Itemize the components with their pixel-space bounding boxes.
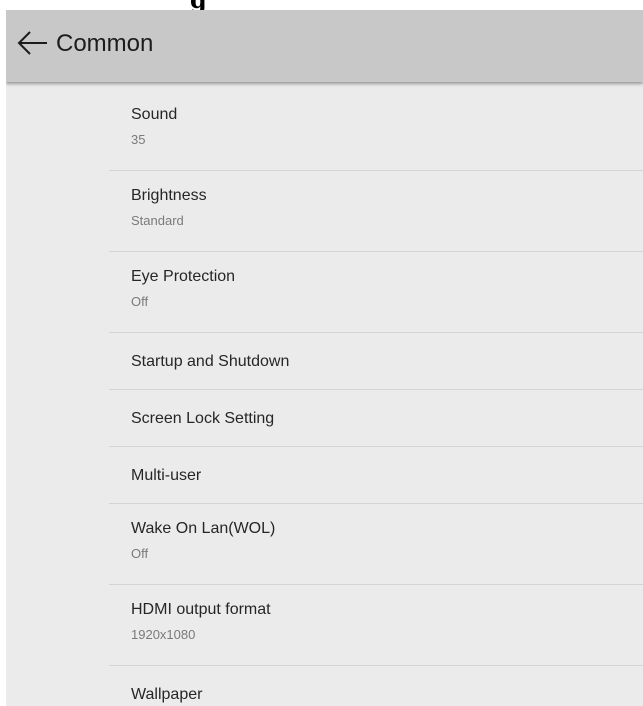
item-title: Wallpaper — [131, 686, 203, 703]
item-title: Multi-user — [131, 467, 202, 484]
settings-item-sound[interactable]: Sound 35 — [109, 90, 643, 171]
settings-item-startup-shutdown[interactable]: Startup and Shutdown — [109, 333, 643, 390]
back-button[interactable] — [16, 26, 50, 60]
cropped-page-heading: g — [190, 0, 270, 10]
item-title: Eye Protection — [131, 268, 236, 285]
item-value: 35 — [131, 132, 146, 147]
item-value: 1920x1080 — [131, 627, 196, 642]
settings-item-hdmi-output-format[interactable]: HDMI output format 1920x1080 — [109, 585, 643, 666]
settings-item-wake-on-lan[interactable]: Wake On Lan(WOL) Off — [109, 504, 643, 585]
settings-item-brightness[interactable]: Brightness Standard — [109, 171, 643, 252]
settings-list: Sound 35 Brightness Standard Eye Protect… — [109, 90, 643, 706]
item-value: Off — [131, 546, 149, 561]
item-title: Wake On Lan(WOL) — [131, 520, 276, 537]
settings-item-multi-user[interactable]: Multi-user — [109, 447, 643, 504]
item-value: Off — [131, 294, 149, 309]
page-title: Common — [56, 30, 154, 57]
settings-item-screen-lock[interactable]: Screen Lock Setting — [109, 390, 643, 447]
item-title: Screen Lock Setting — [131, 410, 275, 427]
settings-item-eye-protection[interactable]: Eye Protection Off — [109, 252, 643, 333]
item-title: HDMI output format — [131, 601, 271, 618]
settings-item-wallpaper[interactable]: Wallpaper — [109, 666, 643, 706]
item-value: Standard — [131, 213, 184, 228]
item-title: Startup and Shutdown — [131, 353, 290, 370]
arrow-left-icon — [17, 31, 47, 55]
item-title: Sound — [131, 106, 178, 123]
settings-screen: Common Sound 35 Brightness Standard Eye … — [6, 10, 643, 706]
item-title: Brightness — [131, 187, 207, 204]
app-header: Common — [6, 10, 643, 82]
